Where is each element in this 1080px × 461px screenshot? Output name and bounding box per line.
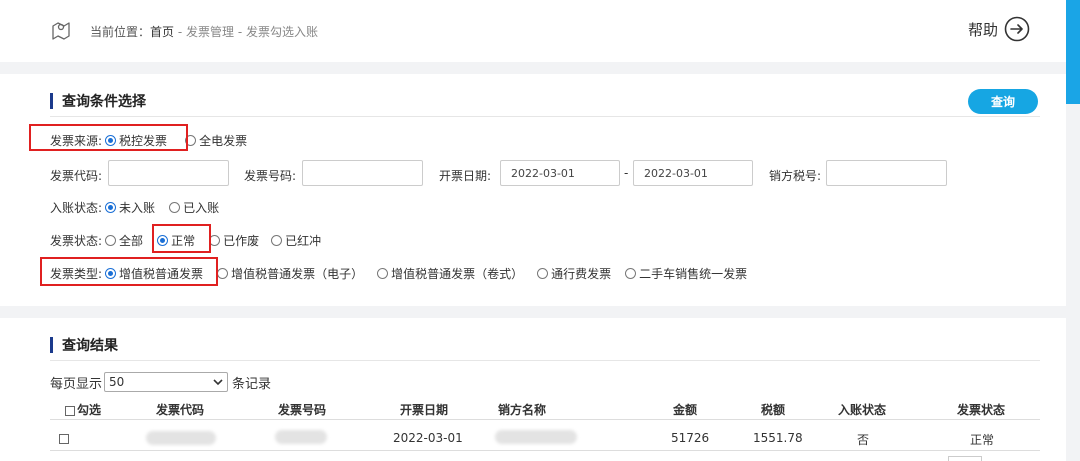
help-label: 帮助 xyxy=(968,20,999,39)
radio-label: 已入账 xyxy=(183,201,220,215)
issue-date-from-input[interactable]: 2022-03-01 xyxy=(500,160,620,186)
page-size-value: 50 xyxy=(109,375,125,389)
status-option-voided[interactable]: 已作废 xyxy=(209,232,259,249)
seller-tax-id-input[interactable] xyxy=(826,160,947,186)
column-issue-date: 开票日期 xyxy=(400,403,449,417)
column-tax: 税额 xyxy=(761,403,786,417)
radio-label: 已红冲 xyxy=(285,234,322,248)
entry-status-row: 入账状态: 未入账 已入账 xyxy=(50,199,229,216)
table-row[interactable]: 2022-03-01 51726 1551.78 否 正常 xyxy=(50,425,1040,451)
highlight-invoice-type xyxy=(40,257,218,286)
entry-status-label: 入账状态: xyxy=(50,201,103,215)
table-header: 勾选 发票代码 发票号码 开票日期 销方名称 金额 税额 入账状态 发票状态 xyxy=(50,398,1040,420)
breadcrumb-prefix: 当前位置： xyxy=(90,25,151,39)
top-bar: 当前位置：首页 - 发票管理 - 发票勾选入账 帮助 xyxy=(0,0,1066,62)
scroll-accent-strip xyxy=(1066,0,1080,104)
page-size-control: 每页显示 50 条记录 xyxy=(50,372,271,392)
status-option-all[interactable]: 全部 xyxy=(105,232,143,249)
date-range-separator: - xyxy=(624,166,629,180)
breadcrumb-separator: - xyxy=(237,25,243,39)
row-checkbox[interactable] xyxy=(59,431,71,445)
radio-checked-icon xyxy=(105,202,117,213)
row-tax: 1551.78 xyxy=(753,431,803,445)
invoice-code-label: 发票代码: xyxy=(50,169,103,183)
row-entry-status: 否 xyxy=(857,433,870,447)
radio-label: 二手车销售统一发票 xyxy=(639,267,748,281)
divider xyxy=(50,360,1040,361)
radio-label: 已作废 xyxy=(223,234,260,248)
radio-label: 全部 xyxy=(119,234,144,248)
result-panel: 查询结果 每页显示 50 条记录 勾选 发票代码 发票号码 开票日期 销方名称 … xyxy=(0,318,1066,461)
breadcrumb-home[interactable]: 首页 xyxy=(150,25,174,39)
issue-date-to-input[interactable]: 2022-03-01 xyxy=(633,160,753,186)
column-invoice-code: 发票代码 xyxy=(156,403,205,417)
radio-label: 通行费发票 xyxy=(551,267,612,281)
status-option-red-reversed[interactable]: 已红冲 xyxy=(271,232,321,249)
title-accent-bar xyxy=(50,337,53,353)
column-invoice-status: 发票状态 xyxy=(957,403,1006,417)
radio-unchecked-icon xyxy=(217,268,229,279)
map-location-icon xyxy=(52,22,70,40)
page-size-select[interactable]: 50 xyxy=(104,372,229,392)
entry-option-not-entered[interactable]: 未入账 xyxy=(105,199,155,216)
invoice-number-input[interactable] xyxy=(302,160,423,186)
radio-label: 增值税普通发票（卷式） xyxy=(391,267,524,281)
radio-unchecked-icon xyxy=(271,235,283,246)
arrow-right-circle-icon xyxy=(1004,16,1030,42)
result-title-text: 查询结果 xyxy=(62,338,118,354)
row-issue-date: 2022-03-01 xyxy=(393,431,463,445)
row-amount: 51726 xyxy=(671,431,710,445)
breadcrumb-current-page: 发票勾选入账 xyxy=(246,25,319,39)
result-section-title: 查询结果 xyxy=(50,335,118,355)
type-option-toll[interactable]: 通行费发票 xyxy=(537,265,611,282)
redacted-seller-name xyxy=(495,430,577,444)
type-option-vat-roll[interactable]: 增值税普通发票（卷式） xyxy=(377,265,523,282)
breadcrumb-invoice-management[interactable]: 发票管理 xyxy=(186,25,234,39)
radio-unchecked-icon xyxy=(169,202,181,213)
entry-option-entered[interactable]: 已入账 xyxy=(169,199,219,216)
column-select[interactable]: 勾选 xyxy=(65,401,101,418)
row-invoice-status: 正常 xyxy=(970,433,995,447)
type-option-used-car[interactable]: 二手车销售统一发票 xyxy=(625,265,747,282)
page-size-suffix: 条记录 xyxy=(232,376,272,392)
radio-label: 未入账 xyxy=(119,201,156,215)
highlight-invoice-status xyxy=(152,224,211,253)
pagination-input[interactable] xyxy=(948,456,982,461)
search-panel: 查询条件选择 查询 发票来源: 税控发票 全电发票 发票代码: 发票号码: 开票… xyxy=(0,74,1066,306)
checkbox-icon xyxy=(65,405,75,416)
breadcrumb: 当前位置：首页 - 发票管理 - 发票勾选入账 xyxy=(90,23,318,40)
chevron-down-icon xyxy=(213,379,223,386)
search-title-text: 查询条件选择 xyxy=(62,94,146,110)
radio-unchecked-icon xyxy=(625,268,637,279)
radio-label: 增值税普通发票（电子） xyxy=(231,267,364,281)
source-option-full-electronic[interactable]: 全电发票 xyxy=(185,132,247,149)
checkbox-icon xyxy=(59,433,69,444)
radio-unchecked-icon xyxy=(105,235,117,246)
query-button[interactable]: 查询 xyxy=(968,89,1038,114)
type-option-vat-electronic[interactable]: 增值税普通发票（电子） xyxy=(217,265,363,282)
redacted-invoice-code xyxy=(146,431,216,445)
help-button[interactable]: 帮助 xyxy=(968,16,1030,42)
column-entry-status: 入账状态 xyxy=(838,403,887,417)
redacted-invoice-number xyxy=(275,430,327,444)
invoice-code-input[interactable] xyxy=(108,160,229,186)
invoice-number-label: 发票号码: xyxy=(244,169,297,183)
radio-unchecked-icon xyxy=(377,268,389,279)
title-accent-bar xyxy=(50,93,53,109)
search-section-title: 查询条件选择 xyxy=(50,91,146,111)
column-amount: 金额 xyxy=(673,403,698,417)
divider xyxy=(50,116,1040,117)
breadcrumb-separator: - xyxy=(177,25,183,39)
invoice-status-label: 发票状态: xyxy=(50,234,103,248)
column-label: 勾选 xyxy=(77,403,102,417)
column-seller-name: 销方名称 xyxy=(498,403,547,417)
seller-tax-id-label: 销方税号: xyxy=(769,169,822,183)
radio-label: 全电发票 xyxy=(199,134,248,148)
page-size-prefix: 每页显示 xyxy=(50,376,103,392)
highlight-invoice-source xyxy=(29,124,188,151)
column-invoice-number: 发票号码 xyxy=(278,403,327,417)
radio-unchecked-icon xyxy=(537,268,549,279)
issue-date-label: 开票日期: xyxy=(439,169,492,183)
